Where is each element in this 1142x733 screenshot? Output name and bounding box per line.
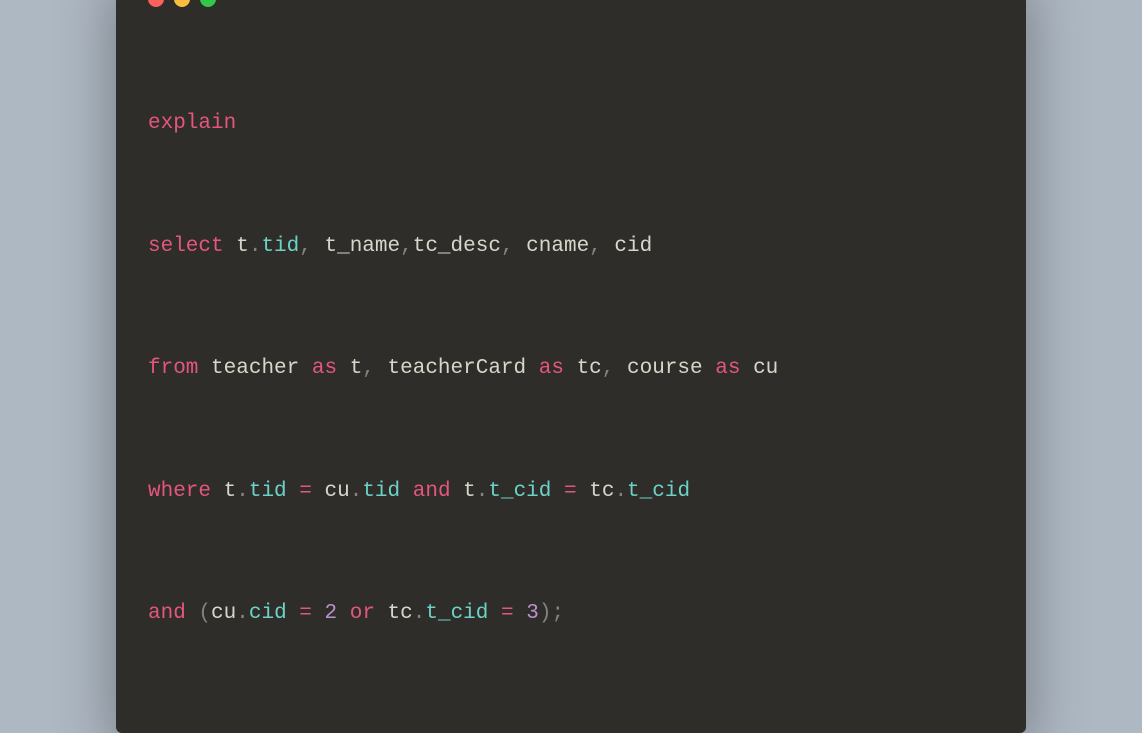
traffic-lights bbox=[148, 0, 994, 7]
punctuation: . bbox=[614, 480, 627, 503]
keyword-as: as bbox=[539, 357, 564, 380]
property: t_cid bbox=[488, 480, 551, 503]
identifier: t bbox=[463, 480, 476, 503]
punctuation: . bbox=[236, 480, 249, 503]
property: tid bbox=[362, 480, 400, 503]
operator-eq: = bbox=[564, 480, 577, 503]
code-line-2: select t.tid, t_name,tc_desc, cname, cid bbox=[148, 231, 994, 263]
minimize-icon[interactable] bbox=[174, 0, 190, 7]
operator-eq: = bbox=[299, 602, 312, 625]
identifier: cu bbox=[211, 602, 236, 625]
punctuation: . bbox=[413, 602, 426, 625]
punctuation: , bbox=[299, 235, 312, 258]
punctuation: ; bbox=[551, 602, 564, 625]
identifier: course bbox=[627, 357, 703, 380]
punctuation: ( bbox=[198, 602, 211, 625]
keyword-and: and bbox=[413, 480, 451, 503]
punctuation: , bbox=[602, 357, 615, 380]
keyword-explain: explain bbox=[148, 112, 236, 135]
identifier: t_name bbox=[324, 235, 400, 258]
punctuation: . bbox=[476, 480, 489, 503]
keyword-as: as bbox=[715, 357, 740, 380]
number: 2 bbox=[325, 602, 338, 625]
keyword-select: select bbox=[148, 235, 224, 258]
operator-eq: = bbox=[299, 480, 312, 503]
identifier: teacher bbox=[211, 357, 299, 380]
keyword-from: from bbox=[148, 357, 198, 380]
maximize-icon[interactable] bbox=[200, 0, 216, 7]
number: 3 bbox=[526, 602, 539, 625]
punctuation: , bbox=[589, 235, 602, 258]
punctuation: , bbox=[501, 235, 514, 258]
close-icon[interactable] bbox=[148, 0, 164, 7]
identifier: t bbox=[350, 357, 363, 380]
code-block: explain select t.tid, t_name,tc_desc, cn… bbox=[148, 45, 994, 693]
property: cid bbox=[249, 602, 287, 625]
keyword-or: or bbox=[350, 602, 375, 625]
identifier: t bbox=[236, 235, 249, 258]
punctuation: . bbox=[249, 235, 262, 258]
code-line-5: and (cu.cid = 2 or tc.t_cid = 3); bbox=[148, 598, 994, 630]
identifier: cname bbox=[526, 235, 589, 258]
property: tid bbox=[261, 235, 299, 258]
property: tid bbox=[249, 480, 287, 503]
identifier: t bbox=[224, 480, 237, 503]
code-line-3: from teacher as t, teacherCard as tc, co… bbox=[148, 353, 994, 385]
punctuation: , bbox=[362, 357, 375, 380]
identifier: cu bbox=[753, 357, 778, 380]
operator-eq: = bbox=[501, 602, 514, 625]
punctuation: ) bbox=[539, 602, 552, 625]
identifier: cid bbox=[614, 235, 652, 258]
identifier: tc bbox=[388, 602, 413, 625]
keyword-as: as bbox=[312, 357, 337, 380]
identifier: tc bbox=[589, 480, 614, 503]
code-line-4: where t.tid = cu.tid and t.t_cid = tc.t_… bbox=[148, 476, 994, 508]
identifier: tc bbox=[577, 357, 602, 380]
identifier: tc_desc bbox=[413, 235, 501, 258]
punctuation: . bbox=[236, 602, 249, 625]
identifier: cu bbox=[324, 480, 349, 503]
punctuation: . bbox=[350, 480, 363, 503]
keyword-and: and bbox=[148, 602, 186, 625]
punctuation: , bbox=[400, 235, 413, 258]
keyword-where: where bbox=[148, 480, 211, 503]
property: t_cid bbox=[425, 602, 488, 625]
code-line-1: explain bbox=[148, 108, 994, 140]
property: t_cid bbox=[627, 480, 690, 503]
identifier: teacherCard bbox=[388, 357, 527, 380]
code-window: explain select t.tid, t_name,tc_desc, cn… bbox=[116, 0, 1026, 733]
